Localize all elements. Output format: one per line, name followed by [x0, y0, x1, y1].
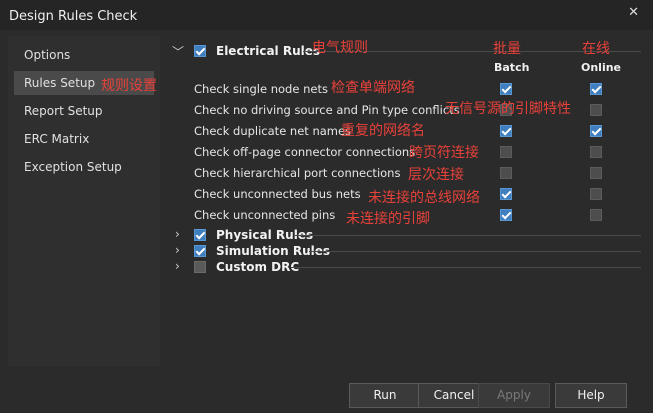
rule-online-checkbox[interactable]: [590, 83, 602, 95]
simulation-rules-checkbox[interactable]: [194, 245, 206, 257]
section-divider: [309, 251, 641, 252]
annotation-batch: 批量: [493, 41, 521, 57]
rule-label: Check off-page connector connections: [194, 145, 416, 159]
help-button[interactable]: Help: [555, 383, 627, 408]
electrical-rules-checkbox[interactable]: [194, 45, 206, 57]
rule-label: Check no driving source and Pin type con…: [194, 103, 460, 117]
custom-drc-title: Custom DRC: [216, 260, 300, 274]
chevron-right-icon[interactable]: ›: [175, 259, 180, 273]
annotation-rule: 检查单端网络: [331, 80, 415, 96]
sidebar-item-label: Rules Setup: [24, 76, 96, 90]
close-icon[interactable]: ✕: [628, 5, 639, 20]
chevron-right-icon[interactable]: ›: [175, 243, 180, 257]
chevron-right-icon[interactable]: ›: [175, 227, 180, 241]
annotation-electrical: 电气规则: [312, 40, 368, 56]
chevron-down-icon[interactable]: ﹀: [172, 43, 184, 60]
rule-label: Check unconnected pins: [194, 208, 336, 222]
column-header-online: Online: [581, 61, 622, 74]
rule-online-checkbox[interactable]: [590, 188, 602, 200]
annotation-rule: 重复的网络名: [341, 123, 425, 139]
rule-online-checkbox[interactable]: [590, 209, 602, 221]
run-button[interactable]: Run: [349, 383, 421, 408]
annotation-rule: 跨页符连接: [409, 145, 479, 161]
title-bar: Design Rules Check ✕: [0, 0, 653, 30]
annotation-rules-setup: 规则设置: [101, 78, 157, 94]
rule-batch-checkbox[interactable]: [500, 167, 512, 179]
rule-label: Check hierarchical port connections: [194, 166, 401, 180]
sidebar-item-label: Report Setup: [24, 104, 103, 118]
sidebar-item-report-setup[interactable]: Report Setup: [14, 99, 154, 123]
sidebar-item-label: Options: [24, 48, 71, 62]
sidebar-item-exception-setup[interactable]: Exception Setup: [14, 155, 154, 179]
rule-batch-checkbox[interactable]: [500, 83, 512, 95]
rule-batch-checkbox[interactable]: [500, 125, 512, 137]
sidebar-item-label: ERC Matrix: [24, 132, 90, 146]
rule-online-checkbox[interactable]: [590, 146, 602, 158]
sidebar-item-label: Exception Setup: [24, 160, 122, 174]
rule-label: Check unconnected bus nets: [194, 187, 361, 201]
custom-drc-checkbox[interactable]: [194, 261, 206, 273]
rule-batch-checkbox[interactable]: [500, 209, 512, 221]
rule-batch-checkbox[interactable]: [500, 146, 512, 158]
annotation-rule: 未连接的引脚: [346, 211, 430, 227]
annotation-rule: 层次连接: [408, 167, 464, 183]
annotation-rule: 未连接的总线网络: [368, 190, 480, 206]
annotation-rule: 无信号源的引脚特性: [445, 101, 571, 117]
annotation-online: 在线: [582, 41, 610, 57]
apply-button[interactable]: Apply: [478, 383, 550, 408]
rule-online-checkbox[interactable]: [590, 104, 602, 116]
section-divider: [295, 235, 641, 236]
physical-rules-checkbox[interactable]: [194, 229, 206, 241]
rule-online-checkbox[interactable]: [590, 167, 602, 179]
rule-online-checkbox[interactable]: [590, 125, 602, 137]
section-divider: [291, 267, 641, 268]
window-title: Design Rules Check: [9, 9, 138, 24]
rule-label: Check duplicate net names: [194, 124, 352, 138]
sidebar-item-options[interactable]: Options: [14, 43, 154, 67]
column-header-batch: Batch: [494, 61, 530, 74]
sidebar-item-erc-matrix[interactable]: ERC Matrix: [14, 127, 154, 151]
rule-batch-checkbox[interactable]: [500, 188, 512, 200]
rule-label: Check single node nets: [194, 82, 328, 96]
